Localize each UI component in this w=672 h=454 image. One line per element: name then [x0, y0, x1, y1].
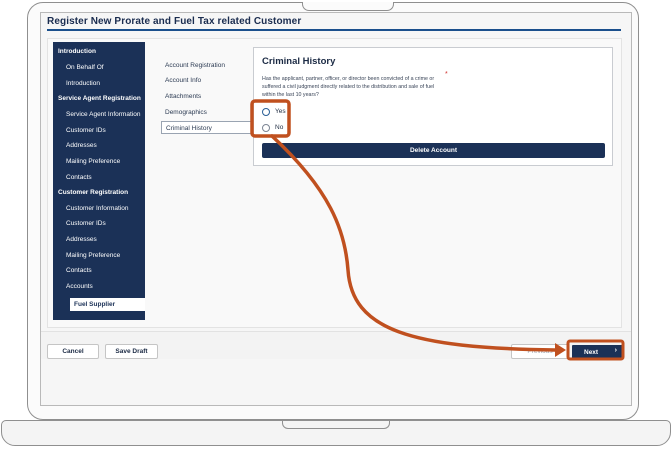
radio-no-label: No: [275, 124, 284, 131]
step-account-info[interactable]: Account Info: [161, 74, 247, 87]
app-screen: Register New Prorate and Fuel Tax relate…: [40, 12, 632, 406]
radio-no[interactable]: No: [262, 122, 283, 133]
title-divider: [47, 29, 621, 31]
nav-section-introduction[interactable]: Introduction: [53, 48, 145, 63]
nav-item-contacts[interactable]: Contacts: [53, 174, 145, 189]
cancel-button[interactable]: Cancel: [47, 344, 99, 359]
next-button[interactable]: Next ›: [572, 345, 624, 359]
step-account-registration[interactable]: Account Registration: [161, 59, 247, 72]
delete-account-button[interactable]: Delete Account: [262, 143, 605, 158]
nav-item-service-agent-information[interactable]: Service Agent Information: [53, 111, 145, 126]
save-draft-button[interactable]: Save Draft: [105, 344, 158, 359]
step-demographics[interactable]: Demographics: [161, 106, 247, 119]
nav-item-customer-ids[interactable]: Customer IDs: [53, 127, 145, 142]
nav-item-addresses[interactable]: Addresses: [53, 142, 145, 157]
radio-no-circle[interactable]: [262, 123, 270, 132]
nav-item-addresses-2[interactable]: Addresses: [53, 236, 145, 251]
nav-item-customer-information[interactable]: Customer Information: [53, 205, 145, 220]
laptop-notch: [302, 2, 394, 11]
page-title: Register New Prorate and Fuel Tax relate…: [47, 16, 302, 27]
nav-item-accounts[interactable]: Accounts: [53, 283, 145, 298]
radio-yes[interactable]: Yes: [262, 106, 286, 117]
nav-item-fuel-supplier[interactable]: Fuel Supplier: [70, 298, 145, 311]
nav-item-introduction[interactable]: Introduction: [53, 80, 145, 95]
nav-item-mailing-preference[interactable]: Mailing Preference: [53, 158, 145, 173]
step-criminal-history[interactable]: Criminal History: [161, 121, 255, 134]
panel-title: Criminal History: [262, 56, 336, 67]
nav-item-mailing-preference-2[interactable]: Mailing Preference: [53, 252, 145, 267]
nav-item-contacts-2[interactable]: Contacts: [53, 267, 145, 282]
chevron-right-icon: ›: [614, 347, 617, 354]
laptop-base-notch: [282, 421, 390, 429]
step-attachments[interactable]: Attachments: [161, 90, 247, 103]
criminal-history-question: Has the applicant, partner, officer, or …: [262, 76, 435, 98]
nav-section-service-agent-registration[interactable]: Service Agent Registration: [53, 95, 145, 110]
nav-item-customer-ids-2[interactable]: Customer IDs: [53, 220, 145, 235]
left-nav: Introduction On Behalf Of Introduction S…: [53, 42, 145, 320]
nav-section-customer-registration[interactable]: Customer Registration: [53, 189, 145, 204]
radio-yes-circle[interactable]: [262, 107, 270, 116]
criminal-history-panel: Criminal History Has the applicant, part…: [253, 47, 613, 166]
previous-button[interactable]: Previous: [511, 344, 569, 359]
radio-yes-label: Yes: [275, 108, 286, 115]
nav-item-on-behalf-of[interactable]: On Behalf Of: [53, 64, 145, 79]
required-indicator: *: [445, 71, 448, 78]
next-button-label: Next: [584, 348, 599, 356]
